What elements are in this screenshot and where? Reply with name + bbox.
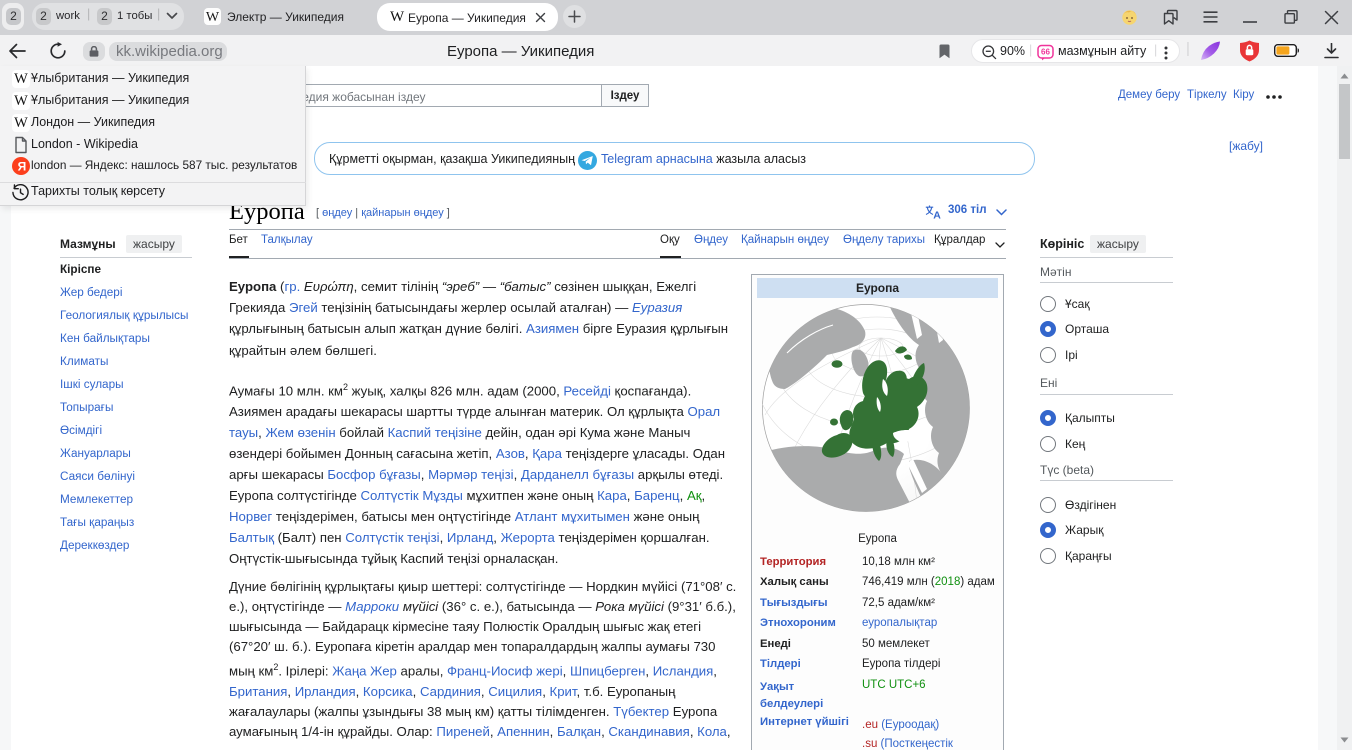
svg-text:66: 66 bbox=[1041, 48, 1050, 57]
svg-text:Я: Я bbox=[18, 159, 27, 173]
svg-text:A: A bbox=[933, 210, 941, 219]
